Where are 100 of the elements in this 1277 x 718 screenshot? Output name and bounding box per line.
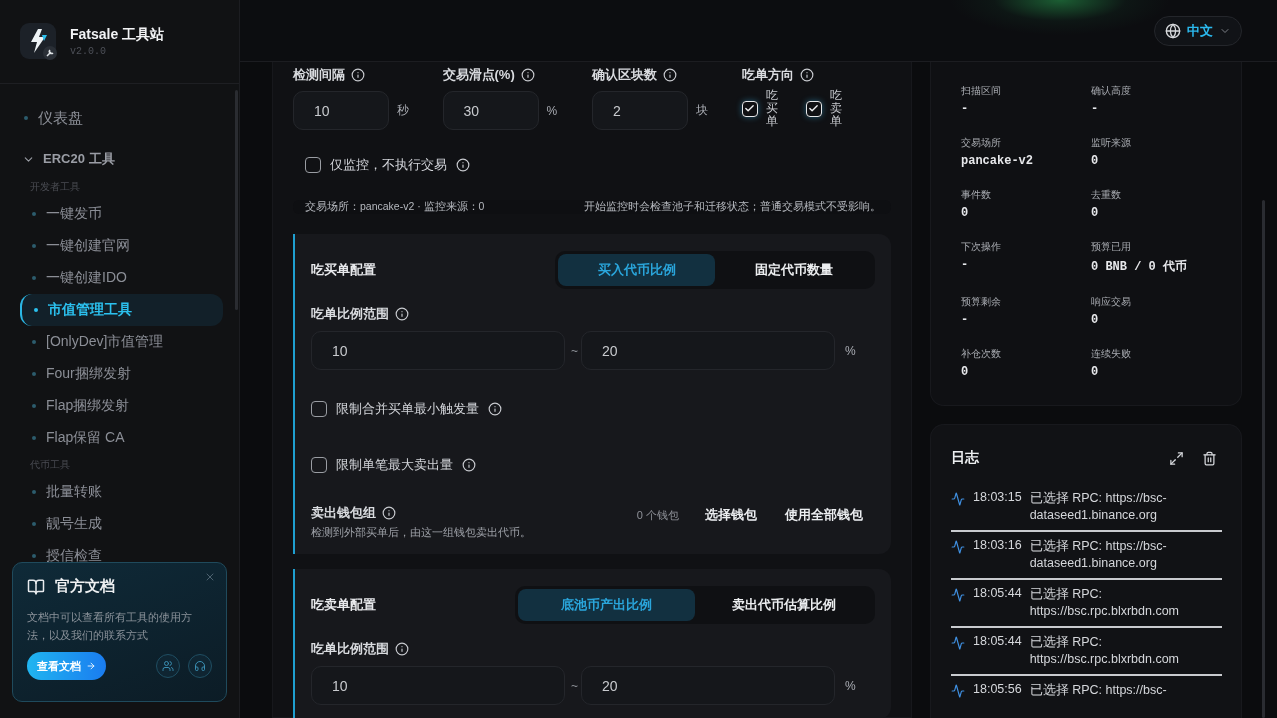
checkbox[interactable] <box>311 401 327 417</box>
info-icon[interactable] <box>351 68 365 82</box>
log-message: 已选择 RPC: https://bsc-dataseed1.binance.org <box>1029 490 1168 524</box>
number-field[interactable]: 30 <box>442 91 539 130</box>
sidebar-item[interactable]: 靓号生成 <box>18 508 223 540</box>
stat-value: 0 <box>961 206 970 220</box>
sidebar-item[interactable]: 批量转账 <box>18 476 223 508</box>
info-icon[interactable] <box>395 307 409 321</box>
sidebar-group[interactable]: ERC20 工具 <box>18 142 223 176</box>
wallet-count: 0 个钱包 <box>636 508 679 523</box>
panel-title: 吃卖单配置 <box>311 596 376 614</box>
stat-label: 扫描区间 <box>961 84 1002 98</box>
field-label: 卖出钱包组 <box>311 504 376 522</box>
docs-title: 官方文档 <box>55 577 115 596</box>
stat-label: 事件数 <box>961 188 992 202</box>
stat-value: - <box>961 102 970 116</box>
log-message: 已选择 RPC: https://bsc.rpc.blxrbdn.com <box>1029 586 1181 620</box>
field-label: 吃单比例范围 <box>311 305 389 323</box>
monitor-note: 开始监控时会检查池子和迁移状态；普通交易模式不受影响。 <box>584 200 881 214</box>
unit-label: % <box>546 103 558 118</box>
language-button[interactable]: 中文 <box>1154 15 1242 46</box>
globe-icon <box>1165 22 1181 39</box>
wallet-button[interactable]: 使用全部钱包 <box>773 505 875 526</box>
app-title: Fatsale 工具站 <box>70 26 165 44</box>
stat-value: 0 <box>1091 313 1100 327</box>
sidebar-item[interactable]: 授信检查 <box>18 540 223 572</box>
activity-icon <box>951 588 965 602</box>
activity-icon <box>951 492 965 506</box>
stat-label: 补仓次数 <box>961 347 1002 361</box>
info-icon[interactable] <box>488 402 502 416</box>
log-title: 日志 <box>951 449 979 467</box>
sidebar-item[interactable]: 仪表盘 <box>18 102 223 134</box>
delete-button[interactable] <box>1202 450 1217 466</box>
stat-value: 0 <box>1091 206 1100 220</box>
sidebar-item[interactable]: Flap保留 CA <box>18 422 223 454</box>
info-icon[interactable] <box>462 458 476 472</box>
field-label: 交易滑点(%) <box>442 66 515 84</box>
info-icon[interactable] <box>456 158 470 172</box>
stat-value: - <box>961 313 970 327</box>
mode-tab[interactable]: 底池币产出比例 <box>518 589 695 621</box>
stat-value: - <box>1091 102 1100 116</box>
close-button[interactable] <box>204 571 216 583</box>
mode-tab[interactable]: 卖出代币估算比例 <box>695 589 872 621</box>
info-icon[interactable] <box>799 68 814 82</box>
info-icon[interactable] <box>663 68 677 82</box>
min-ratio-field[interactable]: 10 <box>311 331 565 370</box>
checkbox-label: 仅监控，不执行交易 <box>330 156 447 174</box>
info-icon[interactable] <box>395 642 409 656</box>
sidebar-item[interactable]: 市值管理工具 <box>20 294 223 326</box>
docs-description: 文档中可以查看所有工具的使用方法，以及我们的联系方式 <box>27 610 193 643</box>
expand-button[interactable] <box>1169 450 1184 466</box>
info-icon[interactable] <box>520 68 535 82</box>
number-field[interactable]: 10 <box>293 91 389 130</box>
sidebar-item[interactable]: Four捆绑发射 <box>18 358 223 390</box>
log-time: 18:05:56 <box>973 682 1022 696</box>
checkbox[interactable] <box>305 157 321 173</box>
checkbox-label: 吃买单 <box>765 89 778 129</box>
scrollbar-thumb[interactable] <box>1262 200 1265 718</box>
sidebar-item[interactable]: 一键创建IDO <box>18 262 223 294</box>
stat-label: 预算已用 <box>1091 240 1132 254</box>
field-label: 检测间隔 <box>293 66 345 84</box>
book-icon <box>27 577 45 596</box>
community-button[interactable] <box>156 654 180 678</box>
log-time: 18:03:16 <box>973 538 1022 552</box>
unit-label: 块 <box>696 102 708 119</box>
stat-label: 确认高度 <box>1091 84 1132 98</box>
activity-icon <box>951 684 965 698</box>
sidebar-item[interactable]: 一键发币 <box>18 198 223 230</box>
number-field[interactable]: 2 <box>592 91 688 130</box>
stat-label: 预算剩余 <box>961 295 1002 309</box>
info-icon[interactable] <box>382 506 396 520</box>
sidebar-item[interactable]: Flap捆绑发射 <box>18 390 223 422</box>
max-ratio-field[interactable]: 20 <box>581 331 835 370</box>
wallet-button[interactable]: 选择钱包 <box>693 505 769 526</box>
mode-tab[interactable]: 固定代币数量 <box>715 254 872 286</box>
support-button[interactable] <box>188 654 212 678</box>
stat-value: 0 <box>1091 365 1100 379</box>
log-time: 18:05:44 <box>973 586 1022 600</box>
users-icon <box>162 660 174 672</box>
unit-label: % <box>845 343 856 358</box>
stat-label: 去重数 <box>1091 188 1122 202</box>
activity-icon <box>951 636 965 650</box>
field-label: 确认区块数 <box>592 66 657 84</box>
stat-label: 交易场所 <box>961 136 1002 150</box>
stat-value: 0 BNB / 0 代币 <box>1091 258 1188 275</box>
checkbox[interactable] <box>311 457 327 473</box>
panel-title: 吃买单配置 <box>311 261 376 279</box>
stat-label: 监听来源 <box>1091 136 1132 150</box>
mode-tab[interactable]: 买入代币比例 <box>558 254 715 286</box>
stat-label: 下次操作 <box>961 240 1002 254</box>
sidebar-item[interactable]: [OnlyDev]市值管理 <box>18 326 223 358</box>
field-label: 吃单方向 <box>741 66 794 84</box>
sidebar-item[interactable]: 一键创建官网 <box>18 230 223 262</box>
min-ratio-field[interactable]: 10 <box>311 666 565 705</box>
stat-value: 0 <box>961 365 970 379</box>
stat-value: 0 <box>1091 154 1100 168</box>
max-ratio-field[interactable]: 20 <box>581 666 835 705</box>
field-label: 吃单比例范围 <box>311 640 389 658</box>
stat-label: 连续失败 <box>1091 347 1132 361</box>
log-time: 18:05:44 <box>973 634 1022 648</box>
